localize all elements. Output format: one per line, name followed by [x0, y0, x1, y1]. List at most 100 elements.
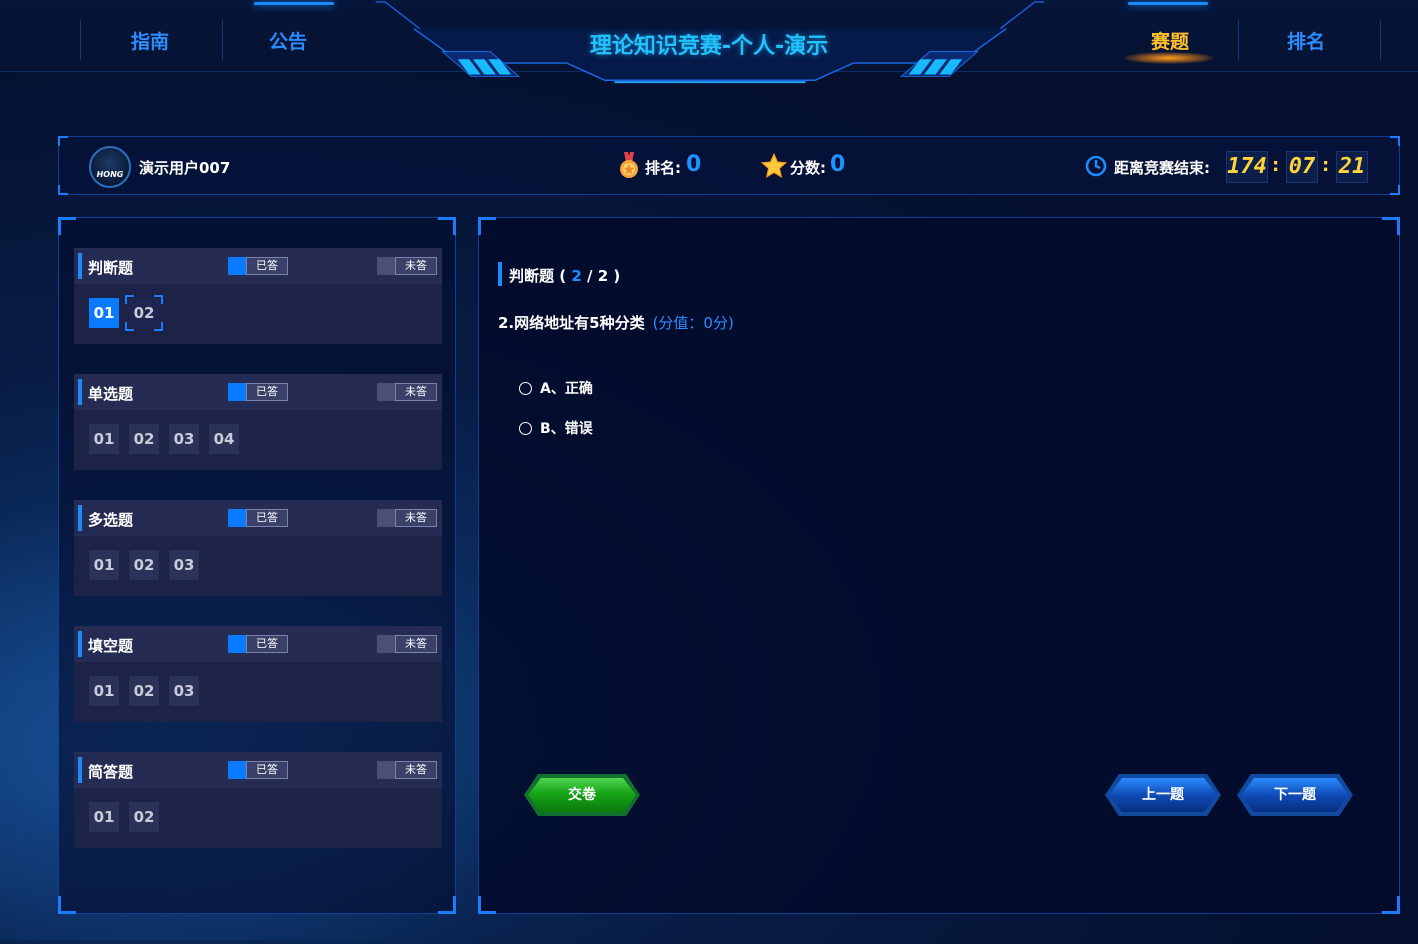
- question-number-button[interactable]: 03: [169, 424, 199, 454]
- unanswered-swatch: [377, 761, 395, 779]
- question-section: 简答题 已答 未答 01 02: [74, 752, 442, 848]
- corner-decoration: [1382, 896, 1400, 914]
- answered-legend: 已答: [246, 383, 288, 401]
- section-marker: [78, 757, 82, 783]
- option-a[interactable]: A、正确: [519, 378, 593, 398]
- current-bracket: [125, 322, 134, 331]
- question-section: 单选题 已答 未答 01 02 03 04: [74, 374, 442, 470]
- corner-decoration: [1382, 217, 1400, 235]
- question-number-button[interactable]: 01: [89, 550, 119, 580]
- answered-swatch: [228, 257, 246, 275]
- answered-legend: 已答: [246, 635, 288, 653]
- option-b[interactable]: B、错误: [519, 418, 593, 438]
- section-header: 填空题 已答 未答: [74, 626, 442, 662]
- unanswered-swatch: [377, 509, 395, 527]
- question-type-heading: 判断题 ( 2 / 2 ): [509, 265, 620, 286]
- question-number-button[interactable]: 01: [89, 424, 119, 454]
- question-panel: 判断题 ( 2 / 2 ) 2.网络地址有5种分类 (分值：0分) A、正确 B、…: [478, 217, 1400, 914]
- answered-swatch: [228, 509, 246, 527]
- countdown-seconds: 21: [1336, 151, 1368, 183]
- question-progress-current: 2: [566, 267, 582, 285]
- section-header: 单选题 已答 未答: [74, 374, 442, 410]
- section-title: 判断题: [88, 259, 134, 277]
- corner-decoration: [478, 217, 496, 235]
- username: 演示用户007: [139, 159, 231, 177]
- unanswered-legend: 未答: [395, 509, 437, 527]
- question-number-button[interactable]: 01: [89, 298, 119, 328]
- prev-question-button[interactable]: 上一题: [1109, 778, 1217, 812]
- section-header: 简答题 已答 未答: [74, 752, 442, 788]
- unanswered-legend: 未答: [395, 761, 437, 779]
- avatar: HONG: [89, 146, 131, 188]
- answered-swatch: [228, 761, 246, 779]
- question-number-button[interactable]: 03: [169, 550, 199, 580]
- current-bracket: [154, 295, 163, 304]
- unanswered-swatch: [377, 257, 395, 275]
- countdown-colon: :: [1272, 155, 1280, 176]
- corner-decoration: [58, 185, 68, 195]
- unanswered-legend: 未答: [395, 383, 437, 401]
- question-number-button[interactable]: 02: [129, 424, 159, 454]
- current-bracket: [125, 295, 134, 304]
- radio-button[interactable]: [519, 382, 532, 395]
- avatar-logo-text: HONG: [96, 170, 124, 179]
- star-icon: [761, 153, 787, 178]
- question-number-button[interactable]: 02: [129, 676, 159, 706]
- countdown-label: 距离竞赛结束:: [1114, 159, 1210, 177]
- corner-decoration: [438, 896, 456, 914]
- countdown-colon: :: [1322, 155, 1330, 176]
- answered-legend: 已答: [246, 509, 288, 527]
- question-section: 判断题 已答 未答 01 02: [74, 248, 442, 344]
- answered-legend: 已答: [246, 761, 288, 779]
- rank-label: 排名:: [645, 159, 681, 177]
- section-header: 多选题 已答 未答: [74, 500, 442, 536]
- clock-icon: [1085, 155, 1107, 177]
- question-number-button[interactable]: 01: [89, 676, 119, 706]
- countdown-hours: 174: [1226, 151, 1268, 183]
- user-info-bar: HONG 演示用户007 排名: 0 分数: 0 距离竞赛结束: 174 : 0…: [58, 136, 1400, 195]
- option-b-label: B、错误: [540, 421, 593, 437]
- question-number-button[interactable]: 03: [169, 676, 199, 706]
- question-text-row: 2.网络地址有5种分类 (分值：0分): [498, 312, 734, 333]
- section-title: 填空题: [88, 637, 134, 655]
- corner-decoration: [58, 217, 76, 235]
- nav-highlight-line: [254, 2, 334, 5]
- question-number-button[interactable]: 02: [129, 802, 159, 832]
- question-score: (分值：0分): [652, 314, 734, 332]
- answered-swatch: [228, 635, 246, 653]
- section-title: 单选题: [88, 385, 134, 403]
- rank-value: 0: [686, 152, 702, 177]
- section-marker: [78, 505, 82, 531]
- question-type-marker: [498, 262, 502, 286]
- score-label: 分数:: [790, 159, 826, 177]
- corner-decoration: [1390, 136, 1400, 146]
- question-section: 填空题 已答 未答 01 02 03: [74, 626, 442, 722]
- question-number-button[interactable]: 04: [209, 424, 239, 454]
- section-marker: [78, 631, 82, 657]
- answered-legend: 已答: [246, 257, 288, 275]
- radio-button[interactable]: [519, 422, 532, 435]
- question-type: 判断题: [509, 267, 555, 285]
- option-a-label: A、正确: [540, 381, 593, 397]
- nav-highlight-line: [1128, 2, 1208, 5]
- section-marker: [78, 253, 82, 279]
- question-number-button[interactable]: 01: [89, 802, 119, 832]
- question-section: 多选题 已答 未答 01 02 03: [74, 500, 442, 596]
- question-navigator-panel: 判断题 已答 未答 01 02 单选题 已答 未答 01 02 03 04 多选题 已答 未答 01 02 03 填…: [58, 217, 456, 914]
- corner-decoration: [478, 896, 496, 914]
- score-value: 0: [830, 152, 846, 177]
- question-progress-open: (: [554, 267, 567, 285]
- question-progress-total: / 2 ): [581, 267, 621, 285]
- question-number-button[interactable]: 02: [129, 550, 159, 580]
- question-text: 2.网络地址有5种分类: [498, 314, 645, 332]
- page-title: 理论知识竞赛-个人-演示: [589, 34, 829, 59]
- corner-decoration: [1390, 185, 1400, 195]
- section-header: 判断题 已答 未答: [74, 248, 442, 284]
- submit-button[interactable]: 交卷: [528, 778, 636, 812]
- next-question-button[interactable]: 下一题: [1241, 778, 1349, 812]
- section-title: 简答题: [88, 763, 134, 781]
- unanswered-legend: 未答: [395, 257, 437, 275]
- countdown-minutes: 07: [1286, 151, 1318, 183]
- unanswered-swatch: [377, 635, 395, 653]
- medal-icon: [620, 152, 638, 178]
